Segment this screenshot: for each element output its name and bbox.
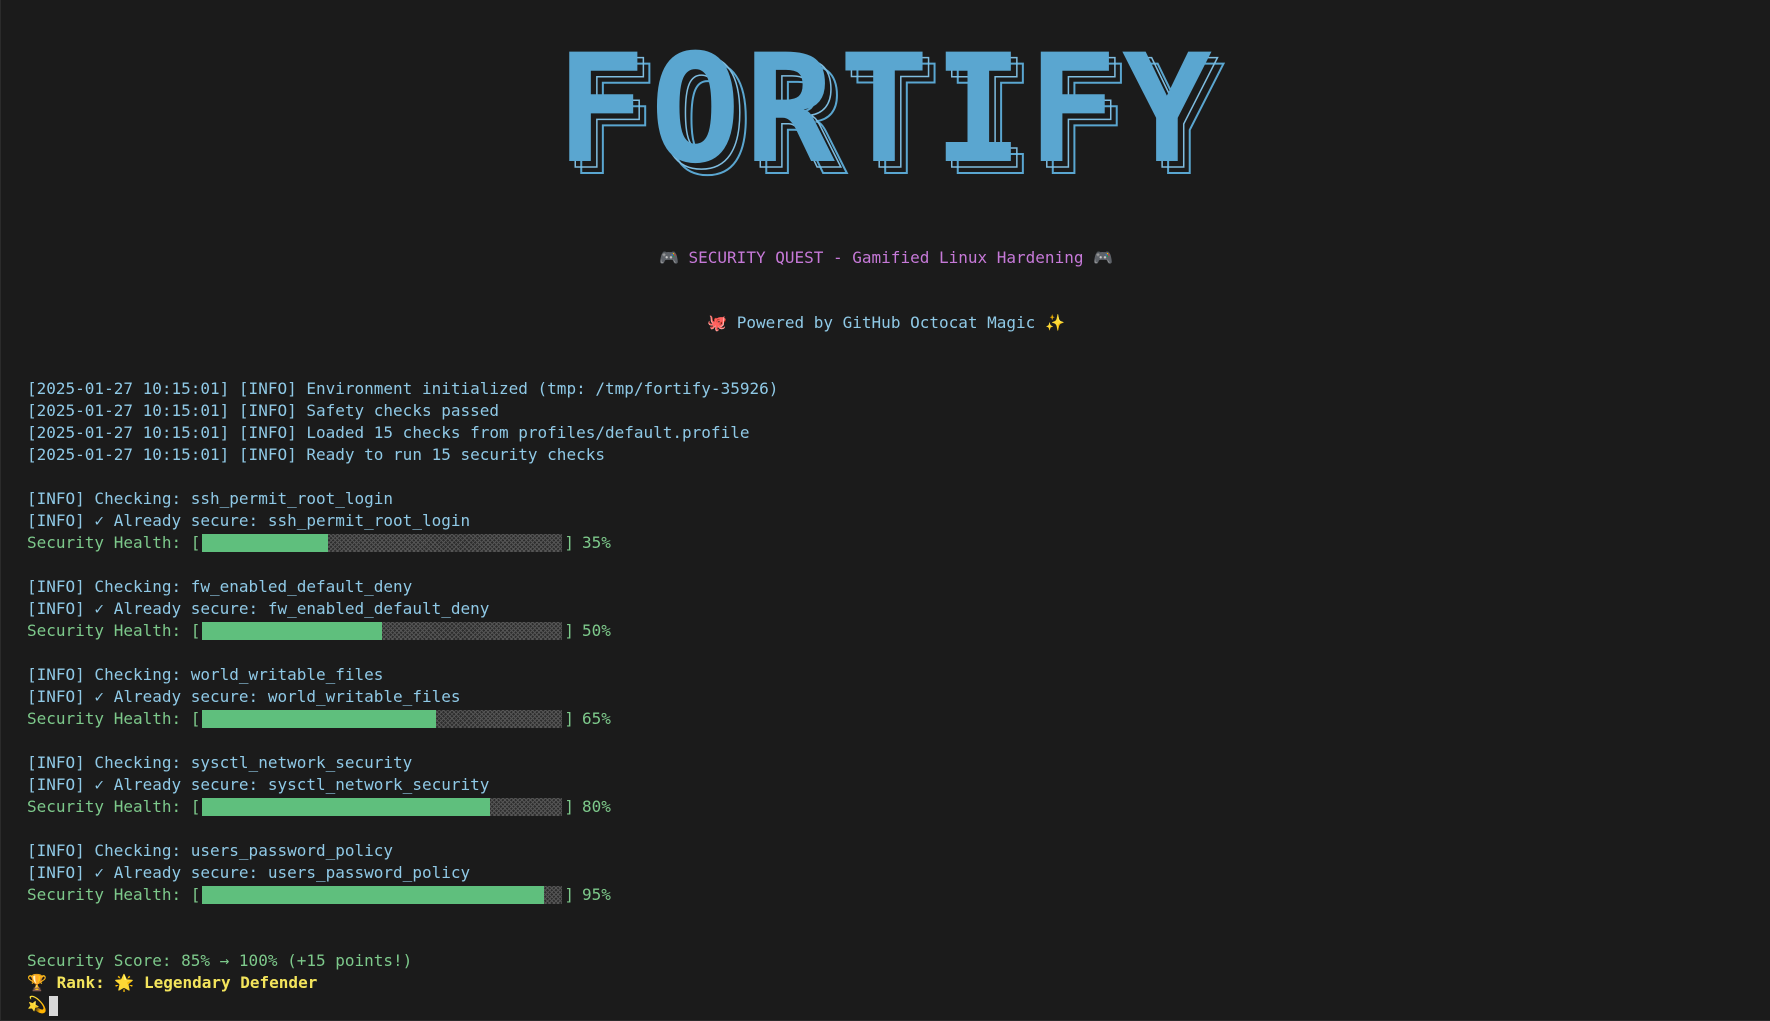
security-health-close: ] xyxy=(564,621,575,640)
terminal-output: [2025-01-27 10:15:01] [INFO] Environment… xyxy=(27,378,778,1016)
secure-line: [INFO] ✓ Already secure: fw_enabled_defa… xyxy=(27,599,490,618)
rank-line: 🏆 Rank: 🌟 Legendary Defender xyxy=(27,972,778,994)
security-health-label: Security Health: [ xyxy=(27,621,201,640)
checking-line: [INFO] Checking: ssh_permit_root_login xyxy=(27,489,394,508)
powered-by-text: Powered by GitHub Octocat Magic xyxy=(736,313,1036,332)
log-line: [2025-01-27 10:15:01] [INFO] Safety chec… xyxy=(27,401,500,420)
security-health-bar xyxy=(202,534,563,552)
checking-line: [INFO] Checking: world_writable_files xyxy=(27,665,384,684)
gamepad-icon: 🎮 xyxy=(658,248,679,267)
security-health-close: ] xyxy=(564,885,575,904)
security-health-close: ] xyxy=(564,533,575,552)
glowing-star-icon: 🌟 xyxy=(114,973,135,992)
security-health-percent: 80% xyxy=(582,797,611,816)
banner-title: FORTIFY xyxy=(555,23,1217,197)
security-health-bar xyxy=(202,710,563,728)
quest-subtitle: 🎮 SECURITY QUEST - Gamified Linux Harden… xyxy=(1,248,1770,267)
trophy-icon: 🏆 xyxy=(27,973,47,992)
gamepad-icon: 🎮 xyxy=(1093,248,1114,267)
security-health-percent: 35% xyxy=(582,533,611,552)
secure-line: [INFO] ✓ Already secure: users_password_… xyxy=(27,863,471,882)
log-line: [2025-01-27 10:15:01] [INFO] Environment… xyxy=(27,379,779,398)
log-line: [2025-01-27 10:15:01] [INFO] Ready to ru… xyxy=(27,445,605,464)
security-health-bar xyxy=(202,622,563,640)
fortify-banner: FORTIFY FORTIFY FORTIFY xyxy=(1,23,1770,198)
rank-value: Legendary Defender xyxy=(143,973,318,992)
terminal-window: FORTIFY FORTIFY FORTIFY 🎮 SECURITY QUEST… xyxy=(0,0,1770,1021)
powered-by-line: 🐙 Powered by GitHub Octocat Magic ✨ xyxy=(1,313,1770,332)
security-health-row: Security Health: [ ] 80% xyxy=(27,796,778,818)
checking-line: [INFO] Checking: sysctl_network_security xyxy=(27,753,413,772)
checking-line: [INFO] Checking: users_password_policy xyxy=(27,841,394,860)
checking-line: [INFO] Checking: fw_enabled_default_deny xyxy=(27,577,413,596)
security-health-percent: 65% xyxy=(582,709,611,728)
octopus-icon: 🐙 xyxy=(707,313,728,332)
security-health-bar-fill xyxy=(202,710,437,728)
security-health-label: Security Health: [ xyxy=(27,885,201,904)
security-health-label: Security Health: [ xyxy=(27,709,201,728)
secure-line: [INFO] ✓ Already secure: sysctl_network_… xyxy=(27,775,490,794)
check-block: [INFO] Checking: ssh_permit_root_login [… xyxy=(27,488,778,554)
security-health-bar xyxy=(202,886,563,904)
security-health-percent: 95% xyxy=(582,885,611,904)
security-health-close: ] xyxy=(564,797,575,816)
security-health-bar-fill xyxy=(202,534,329,552)
security-score: Security Score: 85% → 100% (+15 points!) xyxy=(27,951,413,970)
secure-line: [INFO] ✓ Already secure: world_writable_… xyxy=(27,687,461,706)
check-block: [INFO] Checking: world_writable_files [I… xyxy=(27,664,778,730)
security-health-label: Security Health: [ xyxy=(27,533,201,552)
rank-label: Rank: xyxy=(56,973,105,992)
log-line: [2025-01-27 10:15:01] [INFO] Loaded 15 c… xyxy=(27,423,750,442)
security-health-row: Security Health: [ ] 65% xyxy=(27,708,778,730)
check-block: [INFO] Checking: fw_enabled_default_deny… xyxy=(27,576,778,642)
check-block: [INFO] Checking: sysctl_network_security… xyxy=(27,752,778,818)
check-block: [INFO] Checking: users_password_policy [… xyxy=(27,840,778,906)
dizzy-icon: 💫 xyxy=(27,995,47,1014)
secure-line: [INFO] ✓ Already secure: ssh_permit_root… xyxy=(27,511,471,530)
security-health-close: ] xyxy=(564,709,575,728)
security-health-bar-fill xyxy=(202,798,491,816)
security-health-label: Security Health: [ xyxy=(27,797,201,816)
security-health-row: Security Health: [ ] 50% xyxy=(27,620,778,642)
security-health-percent: 50% xyxy=(582,621,611,640)
terminal-cursor[interactable] xyxy=(48,995,58,1016)
sparkles-icon: ✨ xyxy=(1044,313,1065,332)
security-health-row: Security Health: [ ] 95% xyxy=(27,884,778,906)
security-health-bar xyxy=(202,798,563,816)
security-health-row: Security Health: [ ] 35% xyxy=(27,532,778,554)
prompt-line[interactable]: 💫 xyxy=(27,994,778,1016)
quest-subtitle-text: SECURITY QUEST - Gamified Linux Hardenin… xyxy=(688,248,1084,267)
security-health-bar-fill xyxy=(202,886,545,904)
security-health-bar-fill xyxy=(202,622,383,640)
